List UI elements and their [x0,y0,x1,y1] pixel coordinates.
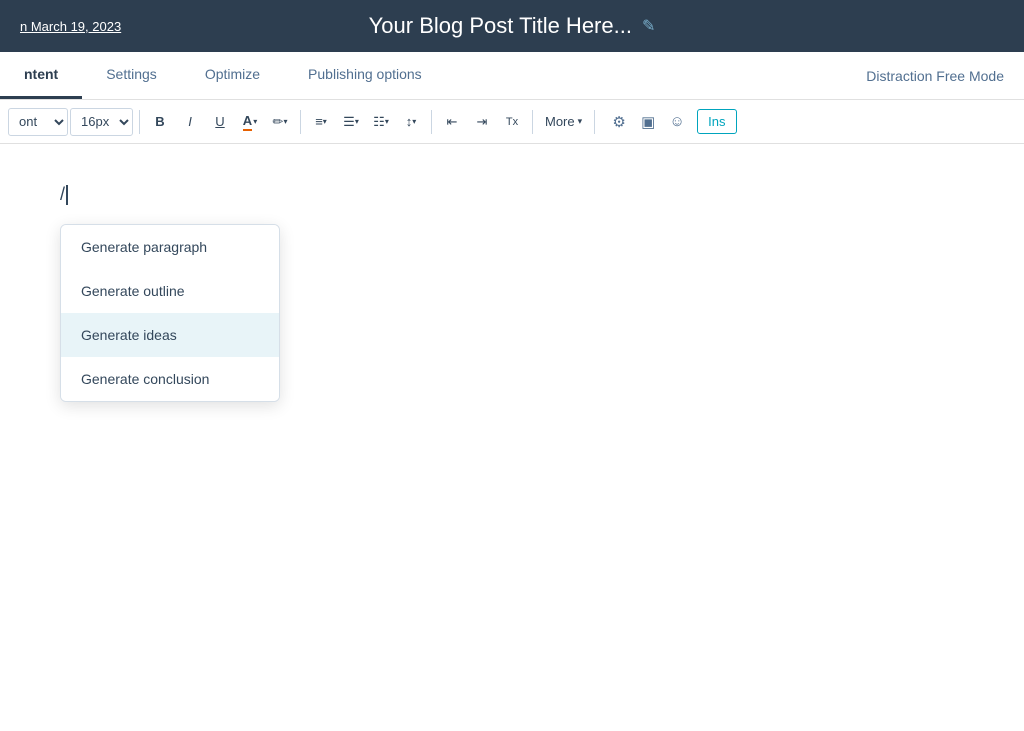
highlight-icon: ✏ [273,114,284,130]
font-select[interactable]: ont [8,108,68,136]
outdent-button[interactable]: ⇤ [438,108,466,136]
toolbar-divider-1 [139,110,140,134]
image-icon: ▣ [641,113,655,131]
numbered-list-button[interactable]: ☷ ▾ [367,108,395,136]
outdent-icon: ⇤ [447,114,458,130]
toolbar-divider-3 [431,110,432,134]
image-button[interactable]: ▣ [634,108,662,136]
insert-button[interactable]: Ins [697,109,736,134]
color-arrow: ▾ [253,117,257,126]
bullet-arrow: ▾ [355,117,359,126]
numbered-arrow: ▾ [385,117,389,126]
align-icon: ≡ [315,114,323,129]
bullet-list-icon: ☰ [343,114,355,130]
more-button[interactable]: More ▾ [539,110,588,133]
text-color-label: A [243,113,252,131]
tab-content[interactable]: ntent [0,52,82,99]
numbered-list-icon: ☷ [373,114,385,130]
indent-icon: ⇥ [477,114,488,130]
date-link[interactable]: n March 19, 2023 [20,19,121,34]
tab-distraction-free[interactable]: Distraction Free Mode [846,52,1024,99]
more-arrow-icon: ▾ [578,116,583,127]
cursor-slash: / [60,184,65,205]
link-button[interactable]: ⚙ [605,108,633,136]
blog-title: Your Blog Post Title Here... ✎ [369,13,656,39]
toolbar-divider-4 [532,110,533,134]
indent-button[interactable]: ⇥ [468,108,496,136]
generate-ideas-item[interactable]: Generate ideas [61,313,279,357]
text-color-button[interactable]: A ▾ [236,108,264,136]
align-button[interactable]: ≡ ▾ [307,108,335,136]
toolbar-right-icons: ⚙ ▣ ☺ [605,108,691,136]
line-height-arrow: ▾ [412,117,416,126]
font-size-select[interactable]: 16px [70,108,133,136]
emoji-icon: ☺ [669,113,684,130]
tab-optimize[interactable]: Optimize [181,52,284,99]
link-icon: ⚙ [612,113,625,131]
generate-conclusion-item[interactable]: Generate conclusion [61,357,279,401]
generate-paragraph-item[interactable]: Generate paragraph [61,225,279,269]
toolbar-divider-5 [594,110,595,134]
bullet-list-button[interactable]: ☰ ▾ [337,108,365,136]
align-arrow: ▾ [323,117,327,126]
editor-content: / [60,184,964,205]
emoji-button[interactable]: ☺ [663,108,691,136]
line-height-button[interactable]: ↕ ▾ [397,108,425,136]
italic-button[interactable]: I [176,108,204,136]
editor-area[interactable]: / Generate paragraph Generate outline Ge… [0,144,1024,731]
highlight-arrow: ▾ [283,117,287,126]
tab-settings[interactable]: Settings [82,52,181,99]
editor-toolbar: ont 16px B I U A ▾ ✏ ▾ ≡ ▾ ☰ ▾ ☷ ▾ ↕ ▾ ⇤… [0,100,1024,144]
clear-format-button[interactable]: Tx [498,108,526,136]
ai-dropdown-menu: Generate paragraph Generate outline Gene… [60,224,280,402]
edit-title-icon[interactable]: ✎ [642,16,655,36]
insert-label: Ins [708,114,725,129]
highlight-button[interactable]: ✏ ▾ [266,108,294,136]
nav-tabs: ntent Settings Optimize Publishing optio… [0,52,1024,100]
bold-button[interactable]: B [146,108,174,136]
clear-format-label: Tx [506,116,518,128]
top-bar: n March 19, 2023 Your Blog Post Title He… [0,0,1024,52]
underline-button[interactable]: U [206,108,234,136]
more-label: More [545,114,575,129]
text-cursor [66,185,68,205]
generate-outline-item[interactable]: Generate outline [61,269,279,313]
title-text: Your Blog Post Title Here... [369,13,632,39]
toolbar-divider-2 [300,110,301,134]
tab-publishing[interactable]: Publishing options [284,52,446,99]
